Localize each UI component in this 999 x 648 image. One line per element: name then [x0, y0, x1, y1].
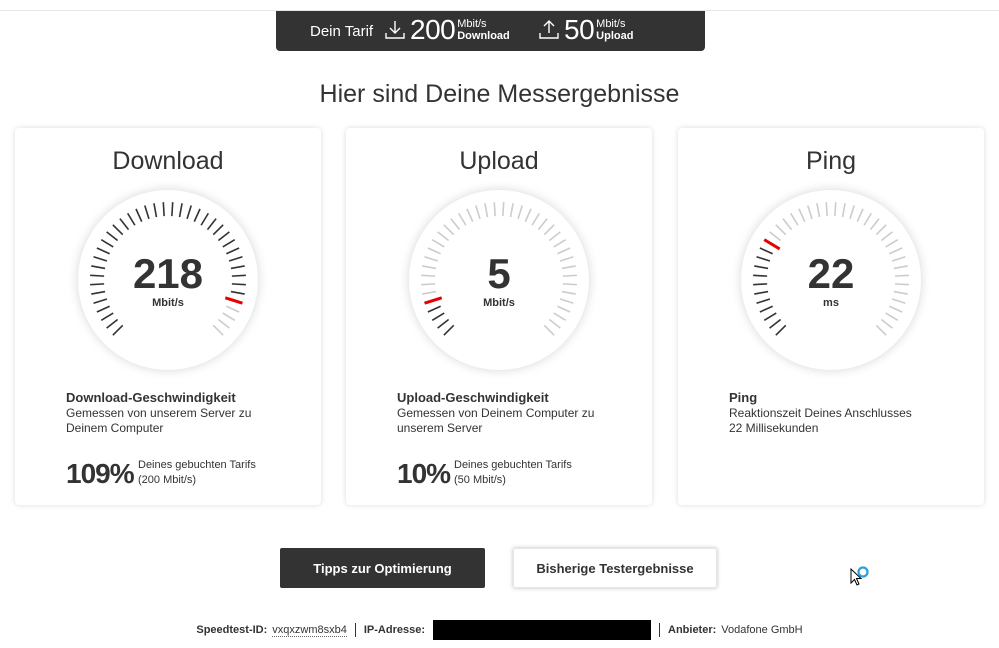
percent-text-line2: (50 Mbit/s) [454, 474, 506, 486]
gauge-tick [825, 202, 828, 217]
upload-gauge: 5 Mbit/s [404, 185, 594, 375]
tips-button[interactable]: Tipps zur Optimierung [280, 548, 485, 588]
card-title: Upload [459, 147, 539, 175]
upload-value: 5 [487, 250, 511, 297]
gauge-tick [493, 202, 496, 217]
gauge-tick [162, 202, 165, 217]
desc-title: Ping [729, 390, 758, 405]
ping-card: Ping 22 ms Ping Reaktionszeit Deines Ans… [678, 128, 984, 505]
page-title: Hier sind Deine Messergebnisse [319, 80, 680, 108]
mouse-cursor-icon [850, 566, 869, 586]
download-icon [385, 21, 405, 39]
upload-card: Upload 5 Mbit/s Upload-Geschwindigkeit G… [346, 128, 652, 505]
tariff-upload-label: Upload [596, 30, 634, 42]
ping-value: 22 [807, 250, 855, 297]
percent-text: Deines gebuchten Tarifs (200 Mbit/s) [138, 458, 256, 488]
upload-unit: Mbit/s [483, 297, 515, 309]
percent-value: 10% [397, 458, 451, 489]
download-gauge: 218 Mbit/s [73, 185, 263, 375]
footer-separator [354, 623, 356, 637]
desc-text: Gemessen von unserem Server zu Deinem Co… [66, 406, 252, 435]
history-button[interactable]: Bisherige Testergebnisse [513, 548, 717, 588]
percent-text-line2: (200 Mbit/s) [138, 474, 197, 486]
card-title: Download [112, 147, 224, 175]
upload-icon [539, 20, 559, 39]
tariff-download-label: Download [457, 30, 510, 42]
ip-address-redacted [433, 620, 651, 640]
tariff-bar: Dein Tarif 200 Mbit/s Download 50 Mbit/s… [276, 11, 705, 51]
desc-title: Download-Geschwindigkeit [66, 390, 236, 405]
percent-text-line1: Deines gebuchten Tarifs [454, 459, 572, 471]
download-value: 218 [132, 250, 204, 297]
card-title: Ping [805, 147, 857, 175]
footer-separator [659, 623, 660, 637]
tariff-download-unit: Mbit/s [457, 18, 487, 30]
ping-unit: ms [823, 297, 839, 309]
percent-text-line1: Deines gebuchten Tarifs [138, 459, 256, 471]
tariff-label: Dein Tarif [310, 23, 374, 40]
speedtest-id-value[interactable]: vxqxzwm8sxb4 [272, 624, 347, 637]
tariff-download: 200 Mbit/s Download [384, 15, 510, 45]
gauge-tick [502, 202, 505, 217]
tariff-download-value: 200 [410, 14, 456, 45]
desc-title: Upload-Geschwindigkeit [397, 390, 549, 405]
ip-address-label: IP-Adresse: [363, 624, 425, 636]
desc-text: Gemessen von Deinem Computer zu unserem … [397, 406, 595, 435]
tariff-upload-unit: Mbit/s [596, 18, 626, 30]
desc-text: Reaktionszeit Deines Anschlusses 22 Mill… [729, 406, 912, 435]
footer: Speedtest-ID: vxqxzwm8sxb4 IP-Adresse: A… [0, 620, 999, 640]
download-unit: Mbit/s [152, 297, 184, 309]
provider-label: Anbieter: [668, 624, 717, 636]
tariff-upload-value: 50 [564, 14, 595, 45]
speedtest-id-label: Speedtest-ID: [196, 624, 268, 636]
ping-gauge: 22 ms [736, 185, 926, 375]
provider-value: Vodafone GmbH [721, 624, 803, 636]
tariff-upload: 50 Mbit/s Upload [538, 15, 633, 45]
download-card: Download 218 Mbit/s Download-Geschwindig… [15, 128, 321, 505]
percent-text: Deines gebuchten Tarifs (50 Mbit/s) [454, 458, 572, 488]
gauge-tick [834, 202, 837, 217]
gauge-tick [171, 202, 174, 217]
percent-value: 109% [66, 458, 135, 489]
